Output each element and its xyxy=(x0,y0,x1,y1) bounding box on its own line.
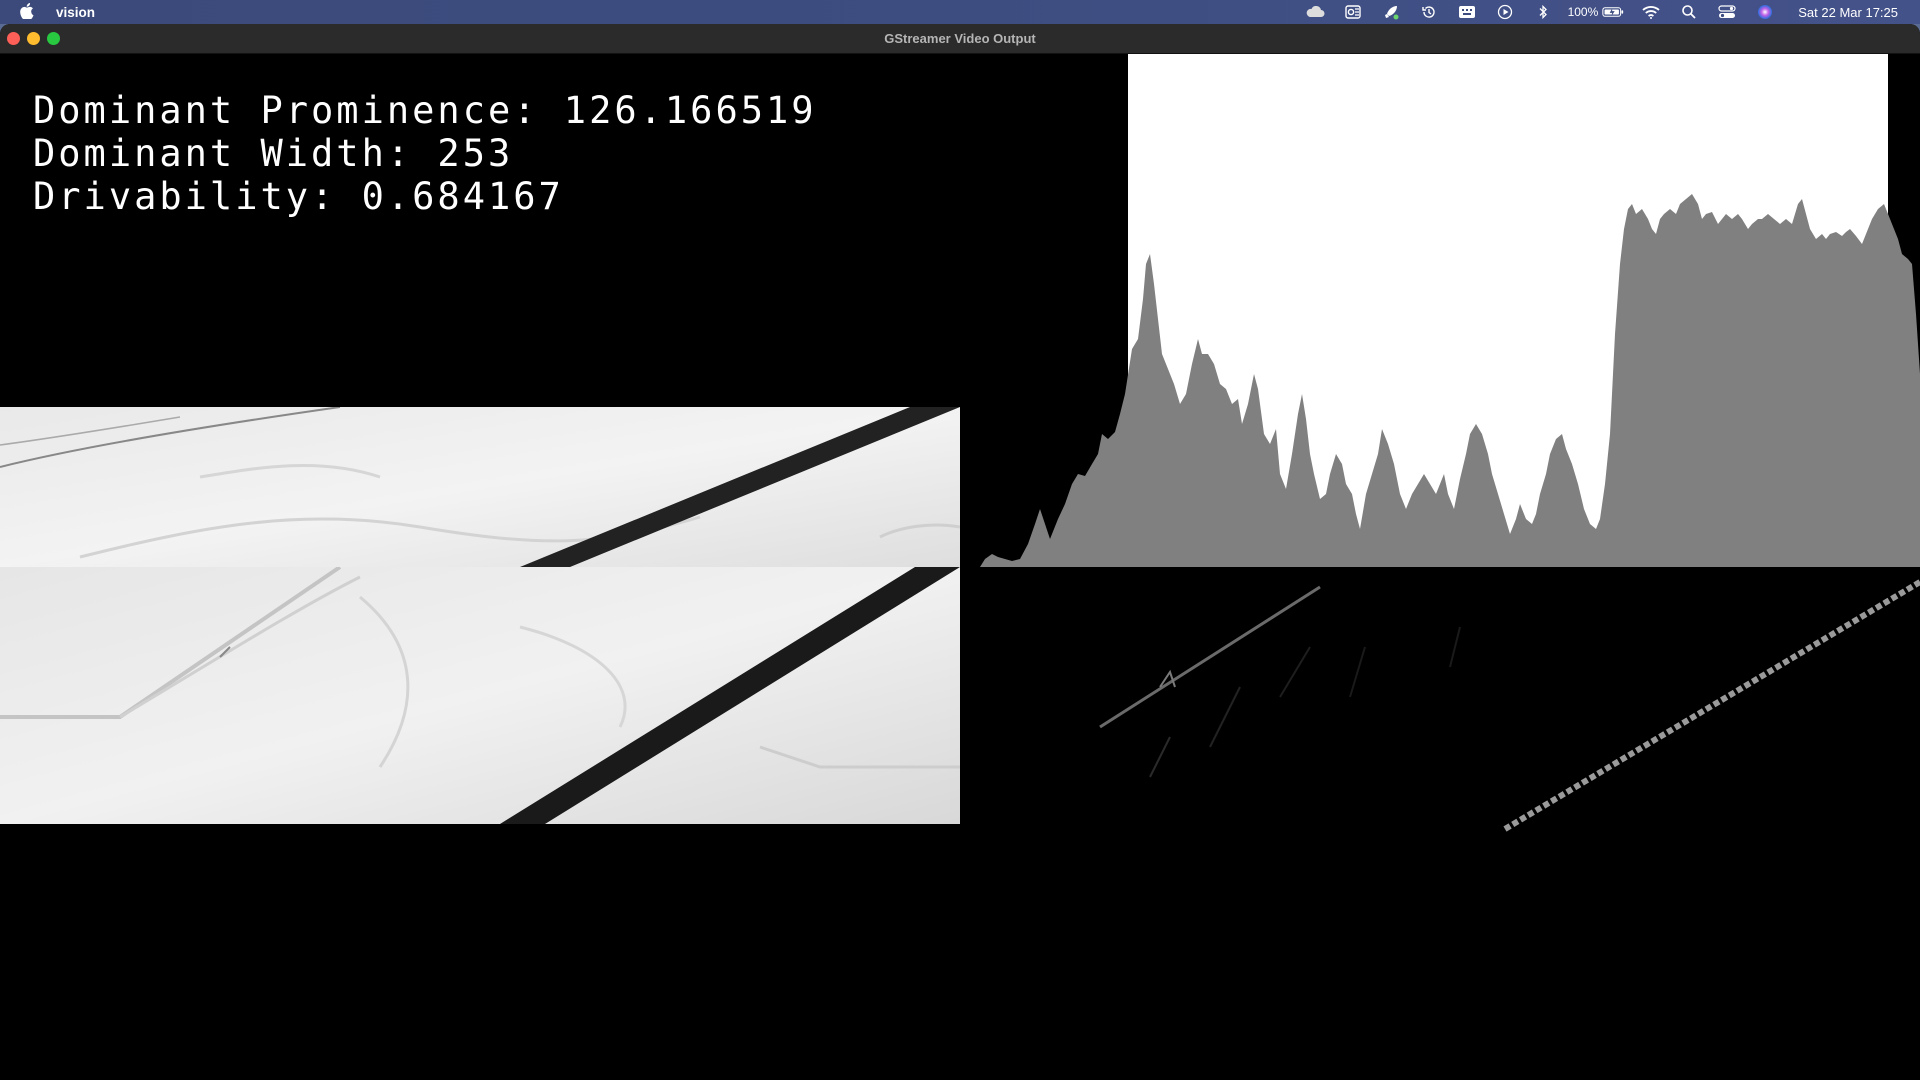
window-title-bar[interactable]: GStreamer Video Output xyxy=(0,24,1920,54)
zoom-button[interactable] xyxy=(47,32,60,45)
play-icon[interactable] xyxy=(1494,0,1516,24)
control-center-icon[interactable] xyxy=(1716,0,1738,24)
gstreamer-window: GStreamer Video Output Dominant Prominen… xyxy=(0,24,1920,1080)
minimize-button[interactable] xyxy=(27,32,40,45)
surface-image-upper xyxy=(0,407,960,567)
outlook-icon[interactable] xyxy=(1342,0,1364,24)
menu-bar-clock[interactable]: Sat 22 Mar 17:25 xyxy=(1798,5,1898,20)
drivability-readout: Drivability: 0.684167 xyxy=(33,175,564,218)
surface-image-lower xyxy=(0,567,960,824)
prominence-readout: Dominant Prominence: 126.166519 xyxy=(33,89,817,132)
search-icon[interactable] xyxy=(1678,0,1700,24)
keyboard-icon[interactable] xyxy=(1456,0,1478,24)
cloud-icon[interactable] xyxy=(1304,0,1326,24)
time-machine-icon[interactable] xyxy=(1418,0,1440,24)
app-name-menu[interactable]: vision xyxy=(56,5,95,20)
close-button[interactable] xyxy=(7,32,20,45)
apple-icon[interactable] xyxy=(20,2,34,22)
menu-bar: vision 100% Sat 22 Mar 17:25 xyxy=(0,0,1920,24)
width-readout: Dominant Width: 253 xyxy=(33,132,514,175)
battery-icon[interactable] xyxy=(1602,0,1624,24)
edge-detection-view xyxy=(980,567,1920,897)
bluetooth-icon[interactable] xyxy=(1532,0,1554,24)
video-output: Dominant Prominence: 126.166519 Dominant… xyxy=(0,54,1920,1080)
rocket-icon[interactable] xyxy=(1380,0,1402,24)
siri-icon[interactable] xyxy=(1754,0,1776,24)
wifi-icon[interactable] xyxy=(1640,0,1662,24)
battery-percentage: 100% xyxy=(1567,5,1599,19)
window-title: GStreamer Video Output xyxy=(884,31,1036,46)
histogram-plot xyxy=(980,54,1920,567)
